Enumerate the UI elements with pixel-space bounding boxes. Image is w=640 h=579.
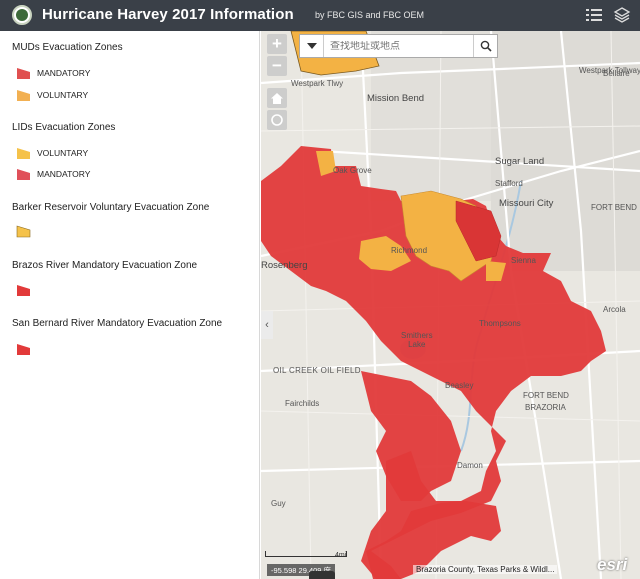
basemap — [261, 31, 640, 579]
map-label: FORT BEND — [591, 203, 637, 212]
bottom-panel-handle[interactable] — [309, 571, 335, 579]
map-attribution[interactable]: Brazoria County, Texas Parks & Wildl... — [413, 565, 558, 574]
map-label: Missouri City — [499, 198, 554, 209]
legend-item-label: VOLUNTARY — [37, 90, 89, 100]
map-label: Thompsons — [479, 319, 521, 328]
map-label: Westpark Tlwy — [291, 79, 344, 88]
legend-section-title: San Bernard River Mandatory Evacuation Z… — [12, 318, 223, 329]
map-label: Beasley — [445, 381, 474, 390]
search-icon — [480, 40, 492, 52]
esri-logo: esri — [597, 555, 628, 574]
map-label: Mission Bend — [367, 93, 425, 104]
legend-swatch-lids-voluntary — [17, 148, 30, 159]
home-icon — [271, 92, 283, 104]
legend-swatch-barker-voluntary — [16, 225, 31, 238]
map-label: Guy — [271, 499, 286, 508]
app-title: Hurricane Harvey 2017 Information — [42, 6, 294, 23]
map-label: BRAZORIA — [525, 403, 566, 412]
map-label: OIL CREEK OIL FIELD — [273, 366, 361, 375]
zoom-in-button[interactable]: + — [267, 34, 287, 54]
map-label: FORT BEND — [523, 391, 569, 400]
map-label: Bellaire — [603, 69, 630, 78]
app-subtitle: by FBC GIS and FBC OEM — [315, 10, 425, 20]
search-widget — [299, 34, 498, 58]
search-input[interactable] — [324, 40, 473, 52]
legend-section-title: MUDs Evacuation Zones — [12, 42, 123, 53]
search-button[interactable] — [473, 35, 497, 57]
legend-swatch-muds-mandatory — [17, 68, 30, 79]
map-label: Stafford — [495, 179, 523, 188]
zoom-out-button[interactable]: − — [267, 56, 287, 76]
map-label: Arcola — [603, 305, 626, 314]
legend-panel: MUDs Evacuation Zones MANDATORY VOLUNTAR… — [0, 31, 260, 579]
collapse-panel-button[interactable]: ‹ — [261, 311, 273, 339]
legend-swatch-muds-voluntary — [17, 90, 30, 101]
chevron-left-icon: ‹ — [265, 319, 269, 331]
legend-swatch-brazos-mandatory — [17, 285, 30, 296]
map-label: Fairchilds — [285, 399, 320, 408]
map-label: Damon — [457, 461, 483, 470]
layers-icon[interactable] — [610, 4, 634, 26]
map-label: Rosenberg — [261, 260, 308, 271]
legend-item-label: VOLUNTARY — [37, 148, 89, 158]
home-button[interactable] — [267, 88, 287, 108]
legend-section-title: LIDs Evacuation Zones — [12, 122, 116, 133]
legend-item-label: MANDATORY — [37, 169, 91, 179]
legend-swatch-lids-mandatory — [17, 169, 30, 180]
app-header: Hurricane Harvey 2017 Information by FBC… — [0, 0, 640, 31]
map-view[interactable]: Westpark Tollway Westpark Tlwy Mission B… — [261, 31, 640, 579]
search-source-dropdown[interactable] — [300, 35, 324, 57]
caret-down-icon — [306, 43, 317, 49]
map-label: Richmond — [391, 246, 428, 255]
legend-section-title: Brazos River Mandatory Evacuation Zone — [12, 260, 198, 271]
map-label: Smithers Lake — [401, 331, 433, 349]
legend-item-label: MANDATORY — [37, 68, 91, 78]
locate-icon — [271, 114, 283, 126]
legend-list-icon[interactable] — [582, 4, 606, 26]
county-seal-icon — [12, 5, 32, 25]
legend-section-title: Barker Reservoir Voluntary Evacuation Zo… — [12, 202, 210, 213]
scale-label: 4mi — [335, 552, 347, 559]
map-label: Sugar Land — [495, 156, 545, 167]
legend-swatch-sanbernard-mandatory — [17, 344, 30, 355]
map-label: Oak Grove — [333, 166, 372, 175]
map-label: Sienna — [511, 256, 536, 265]
locate-button[interactable] — [267, 110, 287, 130]
